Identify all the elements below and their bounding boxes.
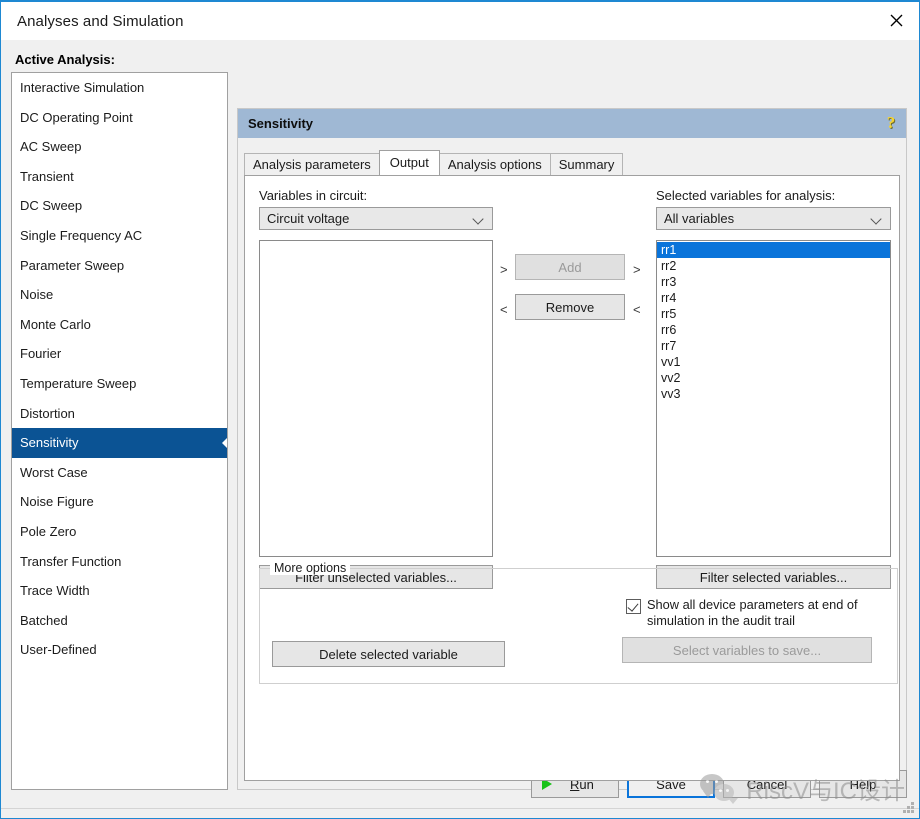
sidebar-item-ac-sweep[interactable]: AC Sweep <box>12 132 227 162</box>
output-tab-panel: Variables in circuit: Circuit voltage Fi… <box>244 175 900 781</box>
sidebar-item-trace-width[interactable]: Trace Width <box>12 576 227 606</box>
sidebar-item-interactive-simulation[interactable]: Interactive Simulation <box>12 73 227 103</box>
panel-header: Sensitivity ? <box>238 109 906 138</box>
sidebar-item-noise-figure[interactable]: Noise Figure <box>12 487 227 517</box>
selected-variables-combo[interactable]: All variables <box>656 207 891 230</box>
show-all-device-parameters-label: Show all device parameters at end of sim… <box>647 597 858 628</box>
analysis-settings-panel: Sensitivity ? Analysis parameters Output… <box>237 108 907 790</box>
show-all-device-parameters-checkbox[interactable] <box>626 599 641 614</box>
sidebar-item-fourier[interactable]: Fourier <box>12 339 227 369</box>
titlebar: Analyses and Simulation <box>1 2 919 40</box>
selected-variables-combo-value: All variables <box>664 211 735 226</box>
active-analysis-label: Active Analysis: <box>15 52 115 67</box>
sidebar-item-single-frequency-ac[interactable]: Single Frequency AC <box>12 221 227 251</box>
list-item[interactable]: vv1 <box>657 354 890 370</box>
list-item[interactable]: rr6 <box>657 322 890 338</box>
resize-grip[interactable] <box>902 802 915 815</box>
list-item[interactable]: rr7 <box>657 338 890 354</box>
variables-in-circuit-combo[interactable]: Circuit voltage <box>259 207 493 230</box>
sidebar-item-sensitivity[interactable]: Sensitivity <box>12 428 227 458</box>
show-all-device-parameters-row[interactable]: Show all device parameters at end of sim… <box>626 597 891 628</box>
selected-variables-label: Selected variables for analysis: <box>656 188 836 203</box>
tab-summary[interactable]: Summary <box>549 153 624 175</box>
sidebar-item-transient[interactable]: Transient <box>12 162 227 192</box>
list-item[interactable]: vv2 <box>657 370 890 386</box>
more-options-legend: More options <box>270 561 351 575</box>
sidebar-item-batched[interactable]: Batched <box>12 606 227 636</box>
sidebar-item-monte-carlo[interactable]: Monte Carlo <box>12 310 227 340</box>
unselected-variables-listbox[interactable] <box>259 240 493 557</box>
list-item[interactable]: rr2 <box>657 258 890 274</box>
delete-selected-variable-button[interactable]: Delete selected variable <box>272 641 505 667</box>
analysis-list[interactable]: Interactive Simulation DC Operating Poin… <box>11 72 228 790</box>
close-icon[interactable] <box>873 2 919 39</box>
remove-right-arrow[interactable]: < <box>633 302 641 317</box>
add-right-arrow[interactable]: > <box>633 262 641 277</box>
sidebar-item-temperature-sweep[interactable]: Temperature Sweep <box>12 369 227 399</box>
remove-button[interactable]: Remove <box>515 294 625 320</box>
list-item[interactable]: rr5 <box>657 306 890 322</box>
sidebar-item-parameter-sweep[interactable]: Parameter Sweep <box>12 251 227 281</box>
panel-title: Sensitivity <box>248 115 314 131</box>
sidebar-item-worst-case[interactable]: Worst Case <box>12 458 227 488</box>
analyses-and-simulation-dialog: Analyses and Simulation Active Analysis:… <box>0 0 920 819</box>
list-item[interactable]: rr1 <box>657 242 890 258</box>
remove-left-arrow[interactable]: < <box>500 302 508 317</box>
sidebar-item-transfer-function[interactable]: Transfer Function <box>12 547 227 577</box>
list-item[interactable]: vv3 <box>657 386 890 402</box>
tab-analysis-options[interactable]: Analysis options <box>438 153 551 175</box>
question-mark-icon[interactable]: ? <box>878 111 904 136</box>
chevron-down-icon <box>871 213 883 225</box>
sidebar-item-distortion[interactable]: Distortion <box>12 399 227 429</box>
list-item[interactable]: rr4 <box>657 290 890 306</box>
sidebar-item-user-defined[interactable]: User-Defined <box>12 635 227 665</box>
chevron-down-icon <box>473 213 485 225</box>
tab-analysis-parameters[interactable]: Analysis parameters <box>244 153 380 175</box>
sidebar-item-noise[interactable]: Noise <box>12 280 227 310</box>
select-variables-to-save-button[interactable]: Select variables to save... <box>622 637 872 663</box>
sidebar-item-dc-sweep[interactable]: DC Sweep <box>12 191 227 221</box>
more-options-group: More options Delete selected variable Sh… <box>259 561 898 684</box>
window-title: Analyses and Simulation <box>17 12 184 30</box>
sidebar-item-dc-operating-point[interactable]: DC Operating Point <box>12 103 227 133</box>
dialog-body: Active Analysis: Interactive Simulation … <box>1 40 919 818</box>
footer-divider <box>1 808 919 809</box>
variables-in-circuit-label: Variables in circuit: <box>259 188 368 203</box>
tab-output[interactable]: Output <box>378 150 440 175</box>
selected-variables-listbox[interactable]: rr1 rr2 rr3 rr4 rr5 rr6 rr7 vv1 vv2 vv3 <box>656 240 891 557</box>
variables-in-circuit-combo-value: Circuit voltage <box>267 211 350 226</box>
sidebar-item-pole-zero[interactable]: Pole Zero <box>12 517 227 547</box>
add-button[interactable]: Add <box>515 254 625 280</box>
list-item[interactable]: rr3 <box>657 274 890 290</box>
add-left-arrow[interactable]: > <box>500 262 508 277</box>
tabstrip: Analysis parameters Output Analysis opti… <box>244 150 906 175</box>
